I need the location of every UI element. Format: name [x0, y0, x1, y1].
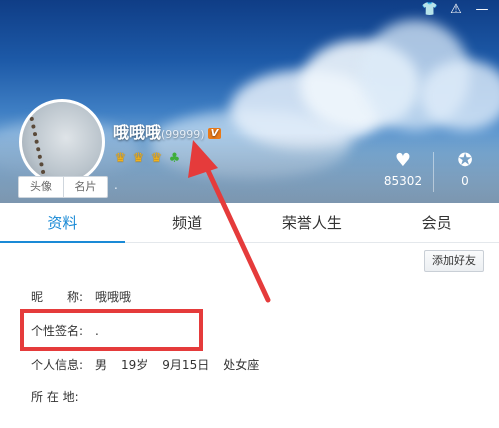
annotation-arrow	[188, 140, 271, 303]
arrow-head	[188, 140, 218, 178]
arrow-shaft	[202, 161, 271, 303]
